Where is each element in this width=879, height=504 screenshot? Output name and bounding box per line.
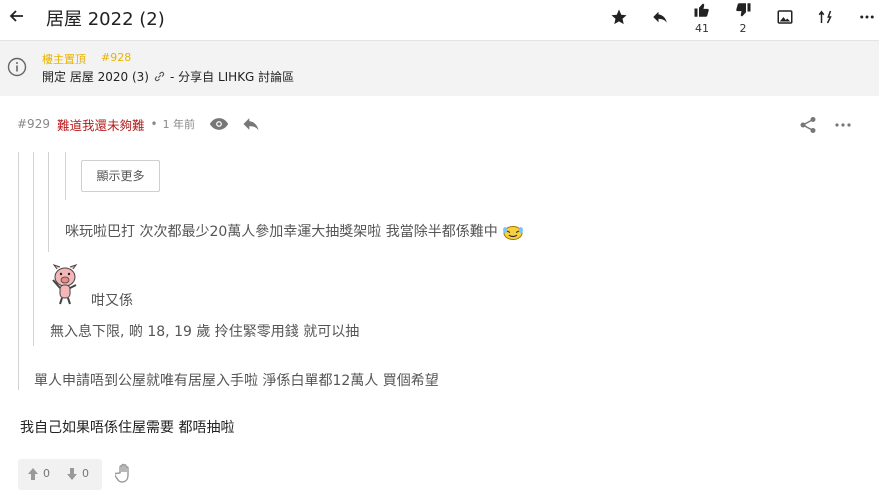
quote-level-2-sticker-text: 咁又係 xyxy=(91,293,133,309)
top-bar: 居屋 2022 (2) 41 2 xyxy=(0,0,879,40)
share-icon[interactable] xyxy=(799,116,817,134)
quote-level-1-text: 單人申請唔到公屋就唯有居屋入手啦 淨係白單都12萬人 買個希望 xyxy=(34,373,439,389)
pinned-notice[interactable]: 樓主置頂 #928 開定 居屋 2020 (3) - 分享自 LIHKG 討論區 xyxy=(0,40,879,96)
like-button[interactable]: 41 xyxy=(684,0,720,40)
more-menu-button[interactable] xyxy=(849,0,879,40)
post-meta: #929 難道我還未夠難 • 1 年前 xyxy=(17,114,273,134)
pig-sticker-icon xyxy=(52,264,78,305)
quote-level-3-content: 咪玩啦巴打 次次都最少20萬人參加幸運大抽獎架啦 我當除半都係難中 xyxy=(65,224,498,240)
laughing-emoji-icon xyxy=(502,226,523,240)
link-icon[interactable] xyxy=(153,70,166,83)
like-count: 41 xyxy=(695,22,709,35)
upvote-count: 0 xyxy=(43,467,50,480)
dislike-button[interactable]: 2 xyxy=(725,0,761,40)
bookmark-button[interactable] xyxy=(601,0,637,40)
more-icon xyxy=(860,15,874,19)
meta-separator: • xyxy=(150,117,158,131)
eye-icon[interactable] xyxy=(209,115,229,133)
pinned-label: 樓主置頂 xyxy=(42,53,86,66)
upvote-icon[interactable] xyxy=(27,467,39,481)
star-icon xyxy=(611,9,627,25)
quote-level-2-text: 無入息下限, 啲 18, 19 歲 拎住緊零用錢 就可以抽 xyxy=(50,324,360,340)
thread-title: 居屋 2022 (2) xyxy=(46,9,165,30)
thumbs-up-icon xyxy=(694,3,709,17)
post-more-icon[interactable] xyxy=(834,117,852,133)
pinned-post-number[interactable]: #928 xyxy=(101,51,131,64)
sort-button[interactable] xyxy=(808,0,844,40)
pinned-text-source: - 分享自 LIHKG 討論區 xyxy=(169,70,295,84)
reply-icon[interactable] xyxy=(241,115,261,133)
back-arrow-icon[interactable] xyxy=(7,6,27,26)
post-number[interactable]: #929 xyxy=(17,117,50,131)
vote-box: 0 0 xyxy=(18,459,102,490)
pinned-text: 開定 居屋 2020 (3) - 分享自 LIHKG 討論區 xyxy=(42,68,294,85)
downvote-count: 0 xyxy=(82,467,89,480)
hand-icon[interactable] xyxy=(115,463,133,483)
reply-icon xyxy=(653,11,667,23)
thumbs-down-icon xyxy=(736,3,751,17)
downvote-icon[interactable] xyxy=(66,467,78,481)
sort-icon xyxy=(818,10,832,24)
image-mode-button[interactable] xyxy=(767,0,803,40)
post-body-text: 我自己如果唔係住屋需要 都唔抽啦 xyxy=(20,420,235,436)
dislike-count: 2 xyxy=(739,22,747,35)
reply-button[interactable] xyxy=(642,0,678,40)
pinned-text-title: 開定 居屋 2020 (3) xyxy=(42,70,149,84)
show-more-button[interactable]: 顯示更多 xyxy=(81,160,160,192)
post-author[interactable]: 難道我還未夠難 xyxy=(57,115,145,134)
info-icon xyxy=(7,57,27,77)
post-time: 1 年前 xyxy=(162,118,196,131)
quote-level-3-text: 咪玩啦巴打 次次都最少20萬人參加幸運大抽獎架啦 我當除半都係難中 xyxy=(65,221,524,241)
image-icon xyxy=(777,10,793,24)
